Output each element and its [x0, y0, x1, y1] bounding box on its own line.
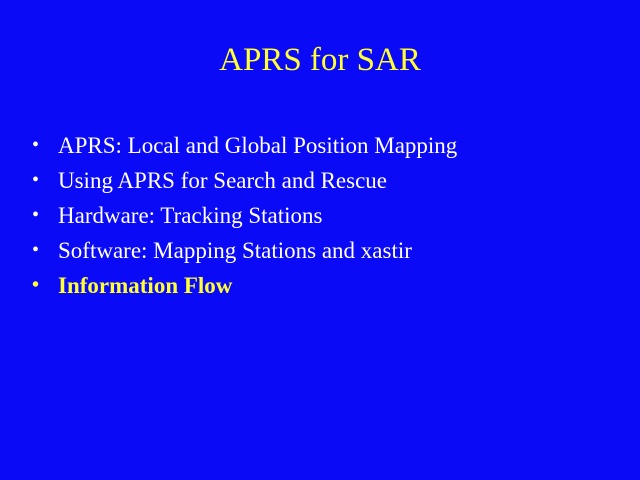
bullet-icon: • [32, 239, 40, 261]
bullet-item: • Hardware: Tracking Stations [32, 198, 622, 233]
bullet-text: Software: Mapping Stations and xastir [58, 238, 412, 263]
bullet-list: • APRS: Local and Global Position Mappin… [32, 128, 622, 303]
bullet-icon: • [32, 169, 40, 191]
slide: APRS for SAR • APRS: Local and Global Po… [0, 0, 640, 480]
bullet-text: Using APRS for Search and Rescue [58, 168, 387, 193]
bullet-icon: • [32, 274, 40, 296]
slide-title: APRS for SAR [219, 42, 421, 78]
bullet-text: Information Flow [58, 273, 233, 298]
bullet-icon: • [32, 134, 40, 156]
bullet-text: APRS: Local and Global Position Mapping [58, 133, 458, 158]
bullet-item: • APRS: Local and Global Position Mappin… [32, 128, 622, 163]
bullet-item: • Software: Mapping Stations and xastir [32, 233, 622, 268]
bullet-item: • Using APRS for Search and Rescue [32, 163, 622, 198]
bullet-item-current: • Information Flow [32, 268, 622, 303]
bullet-text: Hardware: Tracking Stations [58, 203, 323, 228]
bullet-icon: • [32, 204, 40, 226]
